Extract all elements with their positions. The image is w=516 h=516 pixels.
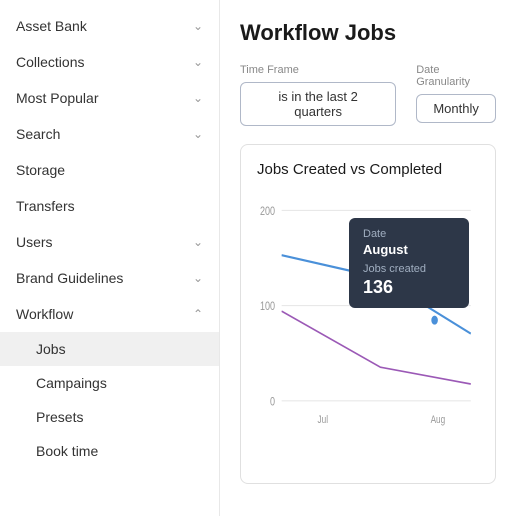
chart-area: 200 100 0 Jul Aug Date August Jobs creat…: [257, 188, 479, 468]
sidebar-item-brand-guidelines[interactable]: Brand Guidelines ⌄: [0, 260, 219, 296]
chevron-down-icon: ⌄: [193, 271, 203, 285]
chart-title: Jobs Created vs Completed: [257, 161, 479, 178]
sidebar-item-label: Transfers: [16, 198, 75, 214]
sidebar-item-label: Brand Guidelines: [16, 270, 123, 286]
sidebar-item-most-popular[interactable]: Most Popular ⌄: [0, 80, 219, 116]
chart-section: Jobs Created vs Completed 200 100 0 Jul: [240, 144, 496, 484]
sidebar-item-workflow[interactable]: Workflow ⌃: [0, 296, 219, 332]
svg-text:0: 0: [270, 395, 275, 409]
sidebar: Asset Bank ⌄ Collections ⌄ Most Popular …: [0, 0, 220, 516]
sidebar-item-label: Storage: [16, 162, 65, 178]
granularity-filter-group: Date Granularity Monthly: [416, 64, 496, 126]
sidebar-item-label: Asset Bank: [16, 18, 87, 34]
chevron-down-icon: ⌄: [193, 91, 203, 105]
sidebar-item-asset-bank[interactable]: Asset Bank ⌄: [0, 8, 219, 44]
chart-svg: 200 100 0 Jul Aug: [257, 188, 479, 468]
timeframe-filter-group: Time Frame is in the last 2 quarters: [240, 64, 396, 126]
sidebar-sub-item-book-time[interactable]: Book time: [0, 434, 219, 468]
sidebar-item-label: Users: [16, 234, 53, 250]
sidebar-item-label: Most Popular: [16, 90, 98, 106]
sidebar-item-users[interactable]: Users ⌄: [0, 224, 219, 260]
sidebar-item-storage[interactable]: Storage: [0, 152, 219, 188]
sidebar-item-transfers[interactable]: Transfers: [0, 188, 219, 224]
chart-data-point[interactable]: [430, 315, 438, 326]
svg-text:100: 100: [260, 300, 275, 314]
granularity-chip[interactable]: Monthly: [416, 94, 496, 123]
page-title: Workflow Jobs: [240, 20, 496, 46]
chevron-down-icon: ⌄: [193, 235, 203, 249]
timeframe-chip[interactable]: is in the last 2 quarters: [240, 82, 396, 126]
sidebar-sub-item-campaings[interactable]: Campaings: [0, 366, 219, 400]
chevron-down-icon: ⌄: [193, 127, 203, 141]
jobs-created-line: [282, 255, 471, 333]
jobs-completed-line: [282, 311, 471, 384]
main-content: Workflow Jobs Time Frame is in the last …: [220, 0, 516, 516]
sidebar-item-label: Collections: [16, 54, 84, 70]
timeframe-label: Time Frame: [240, 64, 396, 76]
filters-row: Time Frame is in the last 2 quarters Dat…: [240, 64, 496, 126]
chevron-down-icon: ⌄: [193, 55, 203, 69]
granularity-label: Date Granularity: [416, 64, 496, 88]
chevron-up-icon: ⌃: [193, 307, 203, 321]
chevron-down-icon: ⌄: [193, 19, 203, 33]
sidebar-sub-item-jobs[interactable]: Jobs: [0, 332, 219, 366]
svg-text:Jul: Jul: [318, 414, 329, 427]
sidebar-item-collections[interactable]: Collections ⌄: [0, 44, 219, 80]
sidebar-item-label: Search: [16, 126, 60, 142]
svg-text:200: 200: [260, 205, 275, 219]
sidebar-sub-item-presets[interactable]: Presets: [0, 400, 219, 434]
sidebar-item-label: Workflow: [16, 306, 73, 322]
sidebar-item-search[interactable]: Search ⌄: [0, 116, 219, 152]
svg-text:Aug: Aug: [431, 414, 446, 427]
